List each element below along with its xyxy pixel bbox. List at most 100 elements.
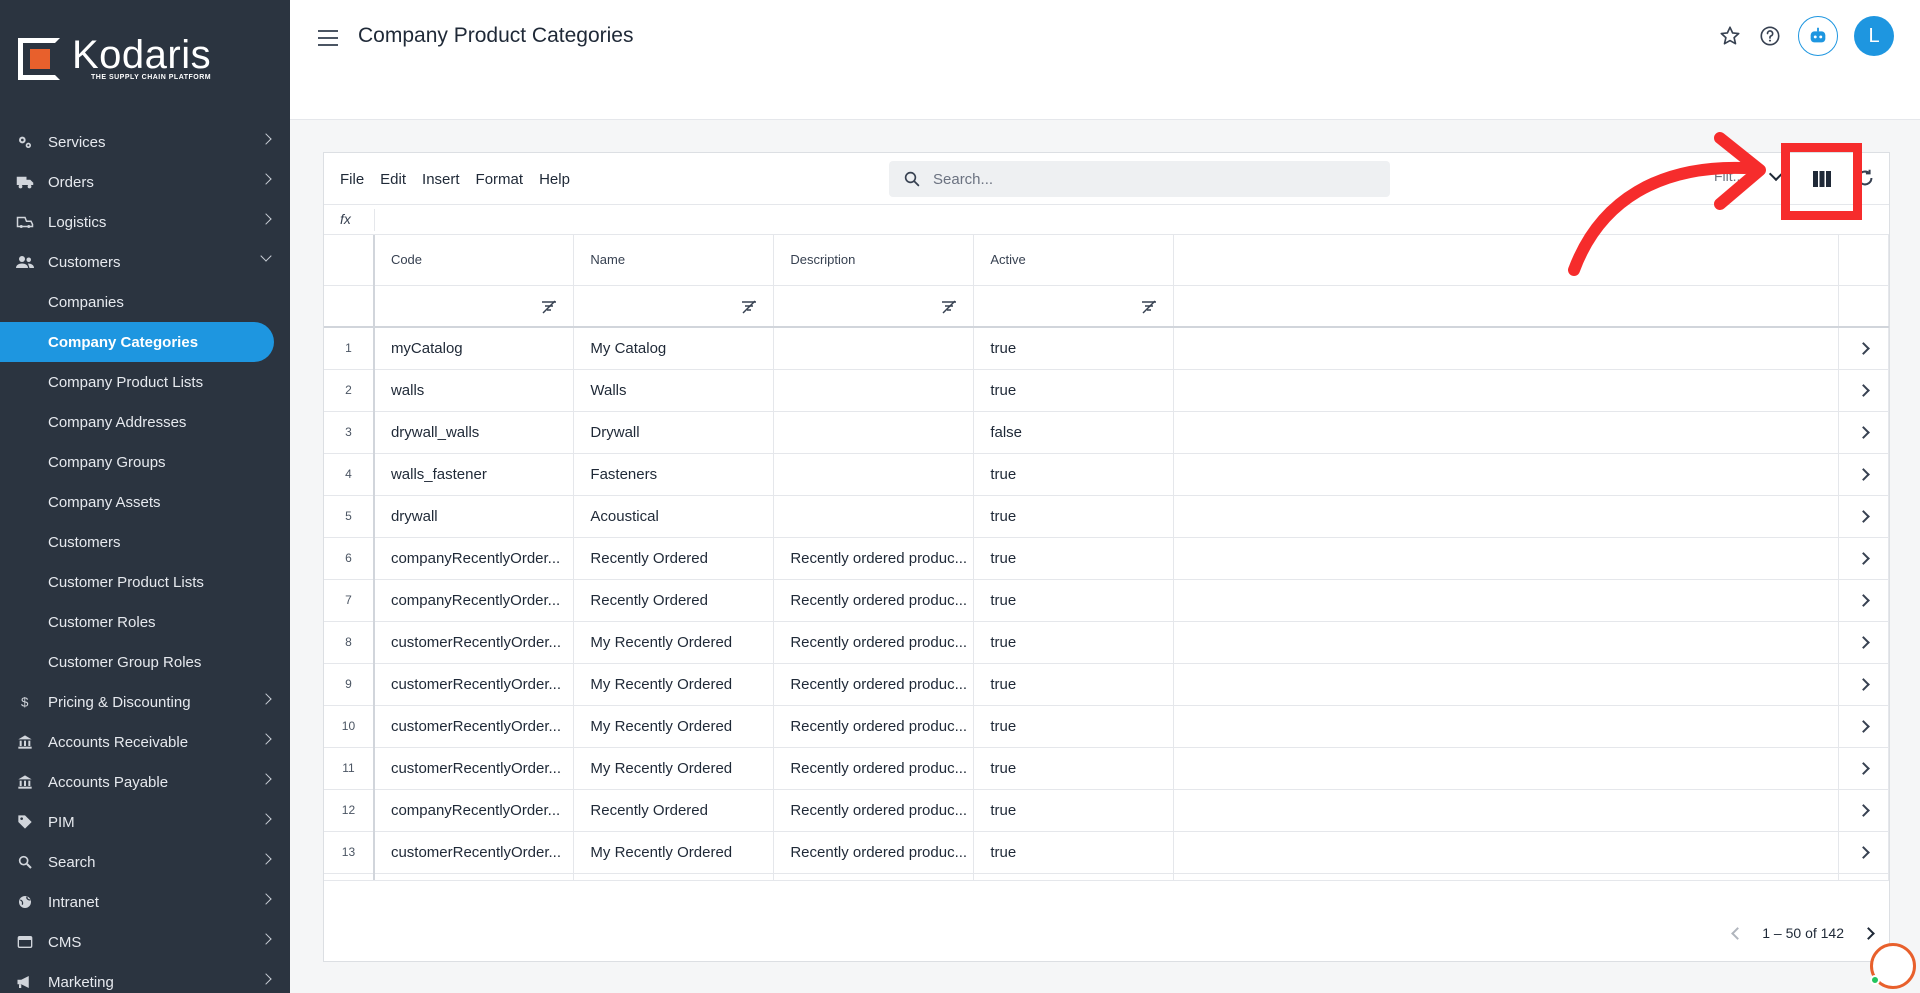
filter-off-icon[interactable]	[1141, 299, 1157, 318]
sidebar-subitem-company-assets[interactable]: Company Assets	[0, 482, 290, 522]
cell-code[interactable]: myCatalog	[373, 327, 575, 370]
cell-description[interactable]: Recently ordered produc...	[773, 747, 975, 790]
cell-description[interactable]	[773, 495, 975, 538]
kodaris-logo[interactable]: Kodaris THE SUPPLY CHAIN PLATFORM	[18, 35, 211, 81]
cell-name[interactable]: Walls	[573, 369, 775, 412]
cell-description[interactable]: Recently ordered produc...	[773, 831, 975, 874]
row-open-button[interactable]	[1838, 831, 1889, 874]
cell-description[interactable]: Recently ordered produc...	[773, 579, 975, 622]
cell-name[interactable]: My Recently Ordered	[573, 831, 775, 874]
cell-description[interactable]: Recently ordered produc...	[773, 537, 975, 580]
cell-code[interactable]: drywall	[373, 495, 575, 538]
column-header-code[interactable]: Code	[373, 235, 575, 286]
table-row[interactable]: 9 customerRecentlyOrder... My Recently Ord…	[324, 663, 1889, 706]
cell-name[interactable]: Fasteners	[573, 453, 775, 496]
cell-name[interactable]: Recently Ordered	[573, 579, 775, 622]
row-open-button[interactable]	[1838, 369, 1889, 412]
sidebar-item-customers[interactable]: Customers	[0, 242, 290, 282]
sidebar-item-logistics[interactable]: Logistics	[0, 202, 290, 242]
column-header-description[interactable]: Description	[773, 235, 975, 286]
table-row[interactable]: 13 customerRecentlyOrder... My Recently Or…	[324, 831, 1889, 874]
filter-off-icon[interactable]	[941, 299, 957, 318]
row-open-button[interactable]	[1838, 747, 1889, 790]
row-open-button[interactable]	[1838, 495, 1889, 538]
cell-description[interactable]: Recently ordered produc...	[773, 663, 975, 706]
cell-code[interactable]: customerRecentlyOrder...	[373, 873, 575, 880]
star-icon[interactable]	[1718, 24, 1742, 48]
cell-code[interactable]: walls_fastener	[373, 453, 575, 496]
cell-name[interactable]: Recently Ordered	[573, 789, 775, 832]
cell-name[interactable]: My Recently Ordered	[573, 747, 775, 790]
row-open-button[interactable]	[1838, 789, 1889, 832]
cell-description[interactable]: Recently ordered produc...	[773, 621, 975, 664]
cell-active[interactable]: false	[973, 411, 1175, 454]
sidebar-item-marketing[interactable]: Marketing	[0, 962, 290, 993]
cell-name[interactable]: My Recently Ordered	[573, 873, 775, 880]
cell-active[interactable]: true	[973, 621, 1175, 664]
cell-code[interactable]: customerRecentlyOrder...	[373, 621, 575, 664]
row-open-button[interactable]	[1838, 327, 1889, 370]
table-row[interactable]: 2 walls Walls true	[324, 369, 1889, 412]
table-row[interactable]: 7 companyRecentlyOrder... Recently Ordered…	[324, 579, 1889, 622]
cell-name[interactable]: Recently Ordered	[573, 537, 775, 580]
sidebar-subitem-customer-product-lists[interactable]: Customer Product Lists	[0, 562, 290, 602]
assistant-bot-icon[interactable]	[1798, 16, 1838, 56]
filter-cell-description[interactable]	[773, 285, 975, 328]
table-row[interactable]: 5 drywall Acoustical true	[324, 495, 1889, 538]
cell-code[interactable]: customerRecentlyOrder...	[373, 663, 575, 706]
sidebar-item-services[interactable]: Services	[0, 122, 290, 162]
sidebar-subitem-customer-roles[interactable]: Customer Roles	[0, 602, 290, 642]
row-open-button[interactable]	[1838, 453, 1889, 496]
cell-name[interactable]: My Recently Ordered	[573, 621, 775, 664]
help-icon[interactable]	[1758, 24, 1782, 48]
table-viewport[interactable]: Code Name Description Active 1myCatalog …	[324, 235, 1889, 881]
filter-off-icon[interactable]	[541, 299, 557, 318]
sidebar-subitem-company-addresses[interactable]: Company Addresses	[0, 402, 290, 442]
table-row[interactable]: 1 myCatalog My Catalog true	[324, 327, 1889, 370]
cell-active[interactable]: true	[973, 705, 1175, 748]
sidebar-subitem-customer-group-roles[interactable]: Customer Group Roles	[0, 642, 290, 682]
cell-description[interactable]	[773, 453, 975, 496]
cell-active[interactable]: true	[973, 663, 1175, 706]
filter-cell-name[interactable]	[573, 285, 775, 328]
cell-active[interactable]: true	[973, 579, 1175, 622]
sidebar-subitem-customers[interactable]: Customers	[0, 522, 290, 562]
prev-page-icon[interactable]	[1731, 926, 1745, 940]
sidebar-item-accounts-payable[interactable]: Accounts Payable	[0, 762, 290, 802]
cell-name[interactable]: My Recently Ordered	[573, 663, 775, 706]
user-avatar[interactable]: L	[1854, 16, 1894, 56]
table-row[interactable]: 4 walls_fastener Fasteners true	[324, 453, 1889, 496]
cell-code[interactable]: companyRecentlyOrder...	[373, 789, 575, 832]
cell-name[interactable]: My Catalog	[573, 327, 775, 370]
table-row[interactable]: 11 customerRecentlyOrder... My Recently Or…	[324, 747, 1889, 790]
cell-active[interactable]: true	[973, 831, 1175, 874]
row-open-button[interactable]	[1838, 705, 1889, 748]
cell-active[interactable]: true	[973, 495, 1175, 538]
table-row[interactable]: 8 customerRecentlyOrder... My Recently Ord…	[324, 621, 1889, 664]
hamburger-menu-icon[interactable]	[318, 30, 338, 46]
filter-off-icon[interactable]	[741, 299, 757, 318]
table-row[interactable]: 10 customerRecentlyOrder... My Recently Or…	[324, 705, 1889, 748]
row-open-button[interactable]	[1838, 579, 1889, 622]
cell-code[interactable]: customerRecentlyOrder...	[373, 747, 575, 790]
cell-active[interactable]: true	[973, 453, 1175, 496]
column-header-active[interactable]: Active	[973, 235, 1175, 286]
menu-help[interactable]: Help	[539, 171, 570, 188]
menu-format[interactable]: Format	[476, 171, 524, 188]
sidebar-item-orders[interactable]: Orders	[0, 162, 290, 202]
cell-active[interactable]: true	[973, 873, 1175, 880]
cell-code[interactable]: drywall_walls	[373, 411, 575, 454]
row-open-button[interactable]	[1838, 663, 1889, 706]
cell-active[interactable]: true	[973, 327, 1175, 370]
sidebar-item-search[interactable]: Search	[0, 842, 290, 882]
search-input[interactable]	[933, 170, 1353, 188]
cell-code[interactable]: companyRecentlyOrder...	[373, 579, 575, 622]
row-open-button[interactable]	[1838, 411, 1889, 454]
cell-active[interactable]: true	[973, 789, 1175, 832]
cell-name[interactable]: Drywall	[573, 411, 775, 454]
table-row[interactable]: 14customerRecentlyOrder...My Recently Or…	[324, 873, 1889, 880]
search-box[interactable]	[889, 161, 1390, 197]
cell-code[interactable]: walls	[373, 369, 575, 412]
cell-code[interactable]: customerRecentlyOrder...	[373, 705, 575, 748]
column-header-name[interactable]: Name	[573, 235, 775, 286]
